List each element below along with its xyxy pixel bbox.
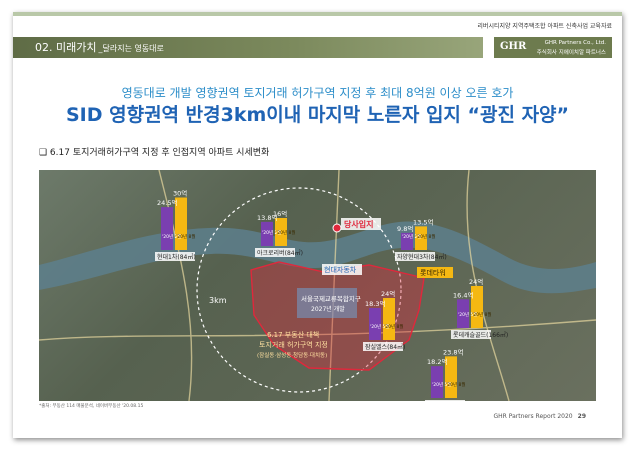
complex-label-bg	[425, 400, 465, 401]
radius-label: 3km	[209, 296, 227, 305]
value-before: 18.2억	[427, 358, 447, 366]
area-map: 당사입지 3km 현대자동차 서울국제교류복합지구 2027년 개발 6.17 …	[39, 170, 596, 401]
footnote: *출처: 부동산 114 매물분석, 네이버부동산 '20.08.15	[39, 404, 144, 409]
date-after: '20년 8월	[446, 381, 466, 388]
value-after: 24억	[469, 278, 483, 286]
section-title: 02. 미래가치	[35, 41, 97, 54]
section-subtitle: _달라지는 영동대로	[98, 44, 164, 53]
site-label: 당사입지	[344, 219, 373, 229]
zone-sub-1: 토지거래 허가구역 지정	[259, 340, 328, 349]
headline-sub: 영동대로 개발 영향권역 토지거래 허가구역 지정 후 최대 8억원 이상 오른…	[121, 86, 514, 100]
complex-name: 현대1차(84㎡)	[157, 253, 196, 261]
page-footer: GHR Partners Report 2020 29	[493, 413, 586, 420]
headline-main: SID 영향권역 반경3km이내 마지막 노른자 입지 “광진 자양”	[65, 104, 570, 126]
center-sub-label-1: 서울국제교류복합지구	[301, 294, 361, 303]
document-page: 리버시티지양 지역주택조합 아파트 신축사업 교육자료 02. 미래가치 _달라지…	[13, 12, 622, 438]
development-area	[297, 288, 357, 318]
section-header: 02. 미래가치 _달라지는 영동대로	[13, 37, 483, 58]
value-after: 16억	[273, 210, 287, 218]
map-caption: ❑ 6.17 토지거래허가구역 지정 후 인접지역 아파트 시세변화	[39, 148, 270, 158]
date-after: '20년 8월	[384, 323, 404, 330]
footer-report: GHR Partners Report 2020	[493, 413, 573, 420]
center-label: 현대자동차	[324, 265, 357, 274]
complex-name: 롯데캐슬골드(166㎡)	[453, 331, 508, 339]
ghr-logo: GHR	[500, 41, 527, 52]
zone-title: 6.17 부동산 대책	[267, 330, 319, 339]
value-after: 23.8억	[443, 348, 463, 356]
complex-name: 잠실엘스(84㎡)	[365, 343, 405, 351]
value-before: 16.4억	[453, 291, 473, 299]
complex-name: 아크로리버(84㎡)	[257, 249, 303, 257]
value-after: 30억	[173, 190, 187, 198]
value-before: 24.5억	[157, 199, 177, 207]
date-after: '20년 8월	[176, 233, 196, 240]
top-accent-line	[13, 12, 622, 16]
map-graphic: 당사입지 3km 현대자동차 서울국제교류복합지구 2027년 개발 6.17 …	[39, 170, 596, 401]
brand-name-ko: 주식회사 지에이치알 파트너스	[536, 50, 606, 56]
value-after: 24억	[381, 290, 395, 298]
value-after: 13.5억	[413, 218, 433, 226]
complex-name: 자양현대3차(84㎡)	[397, 253, 447, 261]
page-number: 29	[577, 413, 586, 420]
site-marker	[332, 223, 342, 233]
brand-block: GHR GHR Partners Co., Ltd. 주식회사 지에이치알 파트…	[494, 37, 612, 58]
brand-name-en: GHR Partners Co., Ltd.	[544, 40, 606, 46]
date-after: '20년 8월	[416, 233, 436, 240]
value-before: 18.3억	[365, 300, 385, 308]
tower-label: 롯데타워	[420, 268, 446, 277]
date-after: '20년 8월	[276, 229, 296, 236]
bar-before	[369, 307, 381, 340]
bar-before	[161, 207, 173, 250]
value-before: 9.8억	[397, 225, 413, 233]
center-sub-label-2: 2027년 개발	[311, 305, 345, 313]
document-title: 리버시티지양 지역주택조합 아파트 신축사업 교육자료	[477, 23, 612, 30]
zone-sub-2: (잠실동·삼성동·청담동·대치동)	[257, 351, 327, 359]
date-after: '20년 8월	[472, 311, 492, 318]
